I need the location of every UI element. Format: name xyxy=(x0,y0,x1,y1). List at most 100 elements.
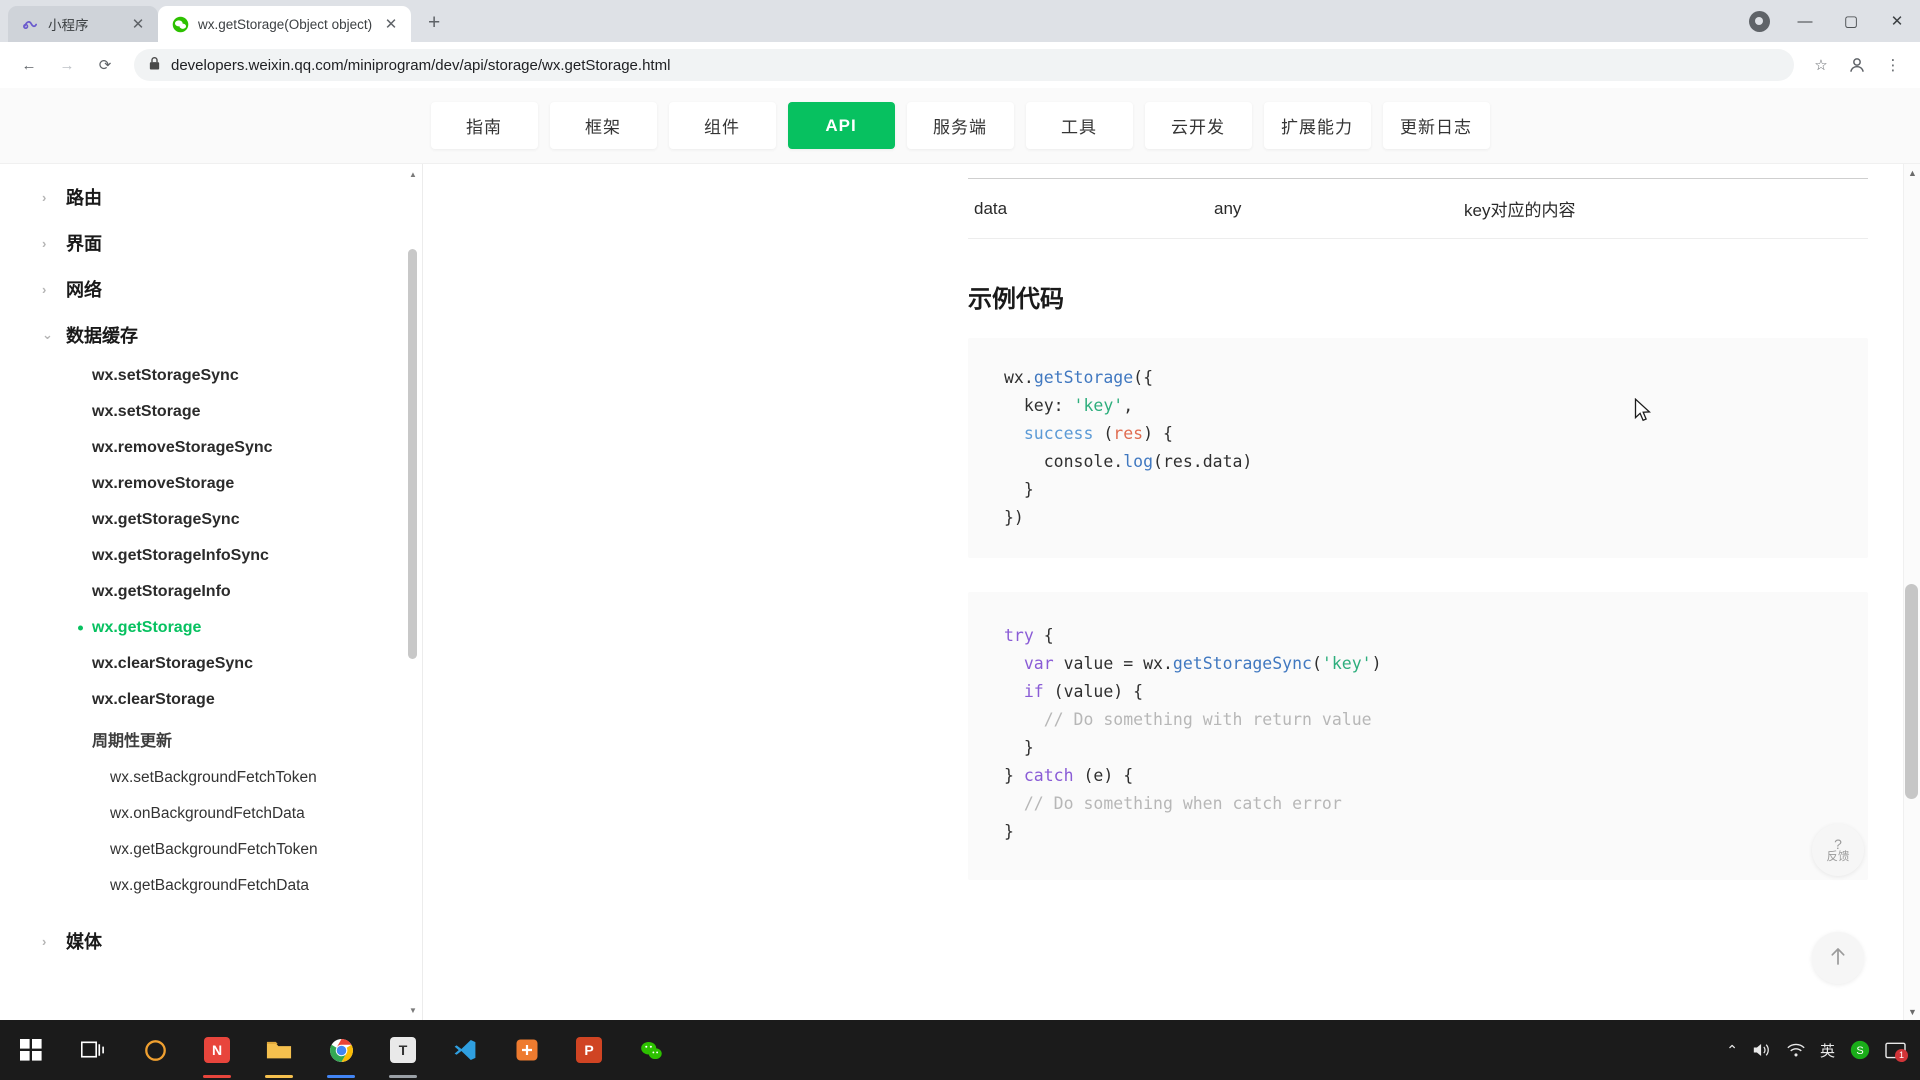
question-mark-icon: ? xyxy=(1834,835,1842,852)
chevron-right-icon: › xyxy=(42,281,47,297)
system-tray: ⌃ 英 S 1 xyxy=(1726,1039,1920,1062)
sidebar-group-media[interactable]: › 媒体 xyxy=(0,918,422,964)
nav-item-changelog[interactable]: 更新日志 xyxy=(1382,102,1490,149)
back-to-top-button[interactable] xyxy=(1812,932,1864,984)
start-windows-icon[interactable] xyxy=(0,1020,62,1080)
sidebar-item-setbackgroundfetchtoken[interactable]: wx.setBackgroundFetchToken xyxy=(0,760,422,796)
sidebar-item-removestoragesync[interactable]: wx.removeStorageSync xyxy=(0,430,422,466)
close-icon[interactable]: ✕ xyxy=(381,14,401,34)
svg-text:S: S xyxy=(1856,1045,1863,1057)
nav-item-framework[interactable]: 框架 xyxy=(549,102,657,149)
nav-item-api[interactable]: API xyxy=(787,102,895,149)
sidebar-scrollbar[interactable]: ▲ ▼ xyxy=(406,164,420,1020)
profile-avatar[interactable] xyxy=(1842,50,1872,80)
doc-article: data any key对应的内容 示例代码 wx.getStorage({ k… xyxy=(423,178,1920,880)
sidebar-item-getstorage[interactable]: wx.getStorage xyxy=(0,610,422,646)
code-line: try { var value = wx.getStorageSync('key… xyxy=(1004,626,1382,841)
reload-button[interactable]: ⟳ xyxy=(88,48,122,82)
page-viewport: 指南 框架 组件 API 服务端 工具 云开发 扩展能力 更新日志 › 路由 › xyxy=(0,88,1920,1020)
sidebar-item-clearstorage[interactable]: wx.clearStorage xyxy=(0,682,422,718)
chevron-down-icon: ⌄ xyxy=(42,327,53,342)
minimize-button[interactable]: — xyxy=(1782,0,1828,42)
browser-tab-miniprogram[interactable]: 小程序 ✕ xyxy=(8,6,158,42)
task-view-icon[interactable] xyxy=(62,1020,124,1080)
scroll-down-icon[interactable]: ▼ xyxy=(1904,1003,1920,1020)
tab-title: wx.getStorage(Object object) xyxy=(198,16,373,32)
close-icon[interactable]: ✕ xyxy=(128,14,148,34)
forward-button[interactable]: → xyxy=(50,48,84,82)
sidebar-subgroup-periodic-update[interactable]: 周期性更新 xyxy=(0,718,422,760)
sidebar-item-getstorageinfo[interactable]: wx.getStorageInfo xyxy=(0,574,422,610)
scroll-up-icon[interactable]: ▲ xyxy=(406,167,420,181)
docs-content: data any key对应的内容 示例代码 wx.getStorage({ k… xyxy=(423,164,1920,1020)
sidebar-item-removestorage[interactable]: wx.removeStorage xyxy=(0,466,422,502)
sidebar-item-getstorageinfosync[interactable]: wx.getStorageInfoSync xyxy=(0,538,422,574)
sidebar-item-getbackgroundfetchdata[interactable]: wx.getBackgroundFetchData xyxy=(0,868,422,904)
sidebar-group-label: 界面 xyxy=(66,234,102,254)
return-params-table: data any key对应的内容 xyxy=(968,178,1868,239)
screen-record-icon[interactable] xyxy=(1736,0,1782,42)
sidebar-group-ui[interactable]: › 界面 xyxy=(0,220,422,266)
sidebar-item-setstoragesync[interactable]: wx.setStorageSync xyxy=(0,358,422,394)
new-tab-button[interactable]: + xyxy=(417,6,451,40)
wechat-icon[interactable] xyxy=(620,1020,682,1080)
address-bar[interactable]: developers.weixin.qq.com/miniprogram/dev… xyxy=(134,49,1794,81)
param-name: data xyxy=(968,178,1208,239)
sidebar-item-setstorage[interactable]: wx.setStorage xyxy=(0,394,422,430)
volume-icon[interactable] xyxy=(1752,1041,1772,1059)
taskbar-icons: N T P xyxy=(0,1020,682,1080)
browser-circle-icon[interactable] xyxy=(124,1020,186,1080)
lock-icon xyxy=(148,56,161,75)
scroll-down-icon[interactable]: ▼ xyxy=(406,1003,420,1017)
sidebar-item-getbackgroundfetchtoken[interactable]: wx.getBackgroundFetchToken xyxy=(0,832,422,868)
page-scrollbar-thumb[interactable] xyxy=(1905,584,1918,799)
sidebar-item-onbackgroundfetchdata[interactable]: wx.onBackgroundFetchData xyxy=(0,796,422,832)
sidebar-item-getstoragesync[interactable]: wx.getStorageSync xyxy=(0,502,422,538)
typora-icon[interactable]: T xyxy=(372,1020,434,1080)
sidebar-group-network[interactable]: › 网络 xyxy=(0,266,422,312)
nav-item-components[interactable]: 组件 xyxy=(668,102,776,149)
page-scrollbar[interactable]: ▲ ▼ xyxy=(1903,164,1920,1020)
nav-item-tools[interactable]: 工具 xyxy=(1025,102,1133,149)
notification-center-icon[interactable]: 1 xyxy=(1885,1041,1908,1062)
feedback-label: 反馈 xyxy=(1826,850,1850,863)
back-button[interactable]: ← xyxy=(12,48,46,82)
tray-chevron-icon[interactable]: ⌃ xyxy=(1726,1042,1738,1059)
windows-taskbar: N T P ⌃ 英 S 1 xyxy=(0,1020,1920,1080)
ime-app-icon[interactable]: S xyxy=(1849,1039,1871,1061)
vscode-icon[interactable] xyxy=(434,1020,496,1080)
sidebar-item-clearstoragesync[interactable]: wx.clearStorageSync xyxy=(0,646,422,682)
ime-language-indicator[interactable]: 英 xyxy=(1820,1040,1835,1061)
notification-badge: 1 xyxy=(1894,1048,1908,1062)
sidebar-group-storage[interactable]: ⌄ 数据缓存 xyxy=(0,312,422,358)
table-row: data any key对应的内容 xyxy=(968,178,1868,239)
page-body: › 路由 › 界面 › 网络 ⌄ 数据缓存 wx.setStorageSync … xyxy=(0,164,1920,1020)
network-icon[interactable] xyxy=(1786,1041,1806,1059)
nav-item-cloud[interactable]: 云开发 xyxy=(1144,102,1252,149)
nav-item-guide[interactable]: 指南 xyxy=(430,102,538,149)
sidebar-group-label: 网络 xyxy=(66,280,102,300)
chevron-right-icon: › xyxy=(42,189,47,205)
maximize-button[interactable]: ▢ xyxy=(1828,0,1874,42)
sidebar-scrollbar-thumb[interactable] xyxy=(408,249,417,659)
docs-sidebar[interactable]: › 路由 › 界面 › 网络 ⌄ 数据缓存 wx.setStorageSync … xyxy=(0,164,423,1020)
scroll-up-icon[interactable]: ▲ xyxy=(1904,164,1920,181)
powerpoint-icon[interactable]: P xyxy=(558,1020,620,1080)
code-block-sync[interactable]: try { var value = wx.getStorageSync('key… xyxy=(968,592,1868,880)
feedback-button[interactable]: ? 反馈 xyxy=(1812,824,1864,876)
sidebar-group-router[interactable]: › 路由 xyxy=(0,174,422,220)
browser-menu-icon[interactable]: ⋮ xyxy=(1878,50,1908,80)
browser-tab-wx-getstorage[interactable]: wx.getStorage(Object object) ✕ xyxy=(158,6,412,42)
code-block-async[interactable]: wx.getStorage({ key: 'key', success (res… xyxy=(968,338,1868,558)
file-explorer-icon[interactable] xyxy=(248,1020,310,1080)
notepad-red-icon[interactable]: N xyxy=(186,1020,248,1080)
bookmark-star-icon[interactable]: ☆ xyxy=(1806,50,1836,80)
param-desc: key对应的内容 xyxy=(1458,178,1868,239)
chrome-icon[interactable] xyxy=(310,1020,372,1080)
xmind-icon[interactable] xyxy=(496,1020,558,1080)
nav-item-extensions[interactable]: 扩展能力 xyxy=(1263,102,1371,149)
tab-title: 小程序 xyxy=(48,18,89,33)
nav-item-server[interactable]: 服务端 xyxy=(906,102,1014,149)
close-window-button[interactable]: ✕ xyxy=(1874,0,1920,42)
arrow-up-icon xyxy=(1829,945,1847,971)
